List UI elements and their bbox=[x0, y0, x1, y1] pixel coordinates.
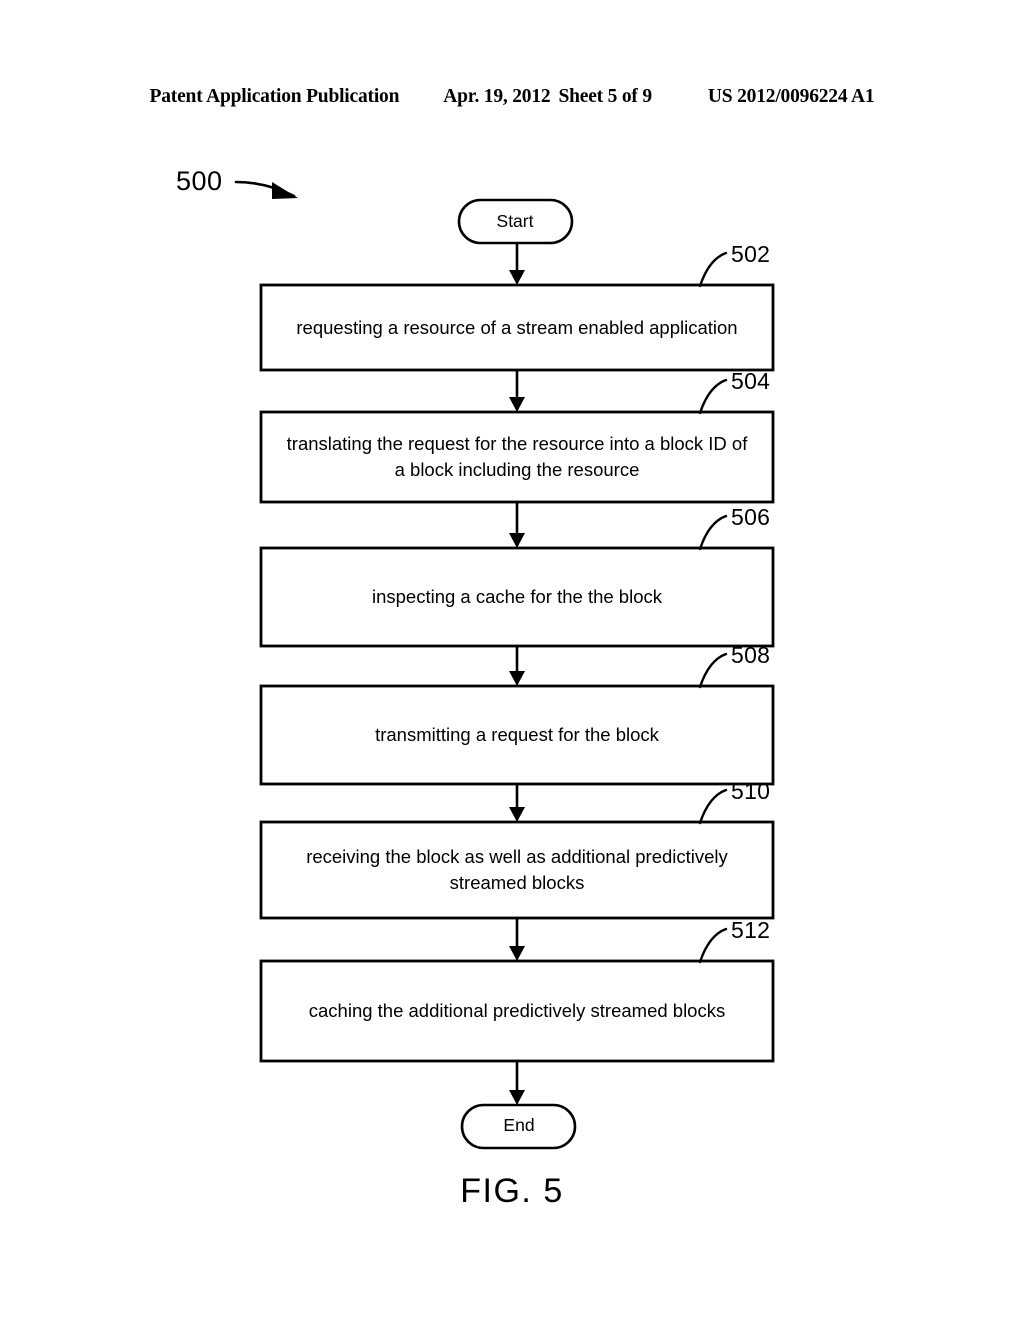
step-label-510: receiving the block as well as additiona… bbox=[306, 846, 728, 893]
flowchart-figure: 500 Start End requesting a resource of a… bbox=[0, 0, 1024, 1320]
figure-caption: FIG. 5 bbox=[460, 1172, 564, 1210]
leader-line-512 bbox=[698, 927, 728, 964]
connector-510-to-512 bbox=[509, 918, 525, 961]
leader-line-506 bbox=[698, 514, 728, 551]
leader-line-504 bbox=[698, 378, 728, 415]
connector-502-to-504 bbox=[509, 370, 525, 412]
reference-numeral-508: 508 bbox=[731, 642, 771, 668]
connector-start-to-502 bbox=[509, 243, 525, 285]
step-label-508: transmitting a request for the block bbox=[375, 724, 659, 745]
step-label-506: inspecting a cache for the the block bbox=[371, 586, 662, 607]
reference-numeral-506: 506 bbox=[731, 504, 771, 530]
leader-line-510 bbox=[698, 788, 728, 825]
end-terminator-label: End bbox=[503, 1115, 535, 1135]
figure-callout-number: 500 bbox=[176, 166, 223, 196]
step-label-504: translating the request for the resource… bbox=[286, 433, 748, 480]
step-label-512: caching the additional predictively stre… bbox=[308, 1000, 726, 1021]
figure-callout-arrow bbox=[234, 180, 298, 199]
leader-line-508 bbox=[698, 652, 728, 689]
connector-504-to-506 bbox=[509, 502, 525, 548]
start-terminator-label: Start bbox=[496, 211, 534, 231]
reference-numeral-502: 502 bbox=[731, 241, 771, 267]
reference-numeral-510: 510 bbox=[731, 778, 771, 804]
leader-line-502 bbox=[698, 251, 728, 288]
connector-506-to-508 bbox=[509, 646, 525, 686]
step-label-502: requesting a resource of a stream enable… bbox=[296, 316, 738, 338]
connector-512-to-end bbox=[509, 1061, 525, 1105]
reference-numeral-512: 512 bbox=[731, 917, 771, 943]
connector-508-to-510 bbox=[509, 784, 525, 822]
reference-numeral-504: 504 bbox=[731, 368, 771, 394]
